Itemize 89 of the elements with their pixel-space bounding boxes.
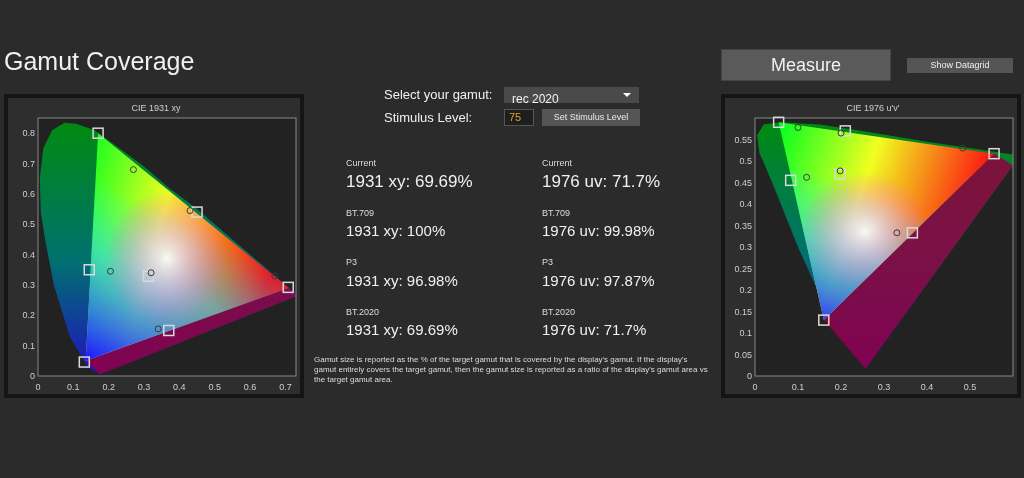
tick-label: 0.5 <box>22 219 35 230</box>
tick-label: 0 <box>30 371 35 381</box>
chart-title: CIE 1931 xy <box>131 103 181 113</box>
tick-label: 0.35 <box>734 220 752 231</box>
tick-label: 0.4 <box>920 382 934 392</box>
tick-label: 0.6 <box>22 188 35 199</box>
target-marker <box>92 127 104 139</box>
result-label: BT.709 <box>542 206 572 220</box>
tick-label: 0.1 <box>22 340 35 351</box>
tick-label: 0.5 <box>739 156 752 166</box>
gamut-dropdown[interactable]: rec 2020 <box>504 86 639 103</box>
measured-marker <box>959 144 967 152</box>
tick-label: 0.8 <box>22 128 35 139</box>
target-marker <box>142 270 155 282</box>
target-marker <box>191 206 203 218</box>
tick-label: 0.55 <box>734 134 752 145</box>
target-marker <box>163 324 175 337</box>
target-marker <box>83 264 95 276</box>
tick-label: 0.1 <box>67 382 80 392</box>
result-value: 1976 uv: 99.98% <box>542 221 656 241</box>
tick-label: 0.5 <box>963 382 977 392</box>
measured-marker <box>837 129 845 137</box>
measured-marker <box>147 269 155 277</box>
result-value: 1976 uv: 97.87% <box>542 270 656 291</box>
note-text: Gamut size is reported as the % of the target gamut that is covered by the display's gamut. If the display's gamut entirely covers the target gamut, then the gamut size is reported as a ratio of the display's gamut area vs the target gamut area. <box>314 355 709 385</box>
tick-label: 0.4 <box>22 249 35 260</box>
tick-label: 0.4 <box>173 382 186 392</box>
target-marker <box>988 147 1000 160</box>
tick-label: 0 <box>752 382 758 392</box>
target-marker <box>906 227 919 239</box>
result-label: Current <box>542 157 573 170</box>
tick-label: 0.2 <box>22 310 35 321</box>
tick-label: 0.45 <box>734 177 752 188</box>
result-value: 1976 uv: 71.7% <box>542 170 662 193</box>
tick-label: 0.7 <box>22 158 35 169</box>
result-value: 1976 uv: 71.7% <box>542 320 648 340</box>
chart-title: CIE 1976 u'v' <box>846 103 900 113</box>
target-marker <box>772 116 785 129</box>
result-label: BT.2020 <box>346 305 381 319</box>
measured-marker <box>803 173 811 181</box>
tick-label: 0 <box>35 382 41 392</box>
result-value: 1931 xy: 69.69% <box>346 320 459 340</box>
tick-label: 0.1 <box>739 328 752 338</box>
measured-marker <box>129 166 137 174</box>
result-value: 1931 xy: 69.69% <box>346 170 474 193</box>
tick-label: 0.7 <box>279 382 292 392</box>
tick-label: 0.25 <box>734 263 752 274</box>
measure-button[interactable]: Measure <box>721 49 891 81</box>
measured-marker <box>186 207 194 215</box>
dropdown-caret-icon <box>623 92 631 97</box>
result-label: P3 <box>542 256 554 269</box>
tick-label: 0.05 <box>734 349 752 360</box>
tick-label: 0.1 <box>791 382 805 392</box>
tick-label: 0.2 <box>739 285 752 295</box>
target-marker <box>78 356 91 368</box>
measured-marker <box>106 267 114 275</box>
result-label: BT.2020 <box>542 305 577 319</box>
result-value: 1931 xy: 100% <box>346 221 447 241</box>
measured-marker <box>794 123 802 131</box>
tick-label: 0.15 <box>734 306 752 317</box>
tick-label: 0.3 <box>137 382 151 392</box>
result-label: BT.709 <box>346 206 376 220</box>
target-marker <box>834 168 846 180</box>
tick-label: 0.6 <box>243 382 257 392</box>
tick-label: 0 <box>747 371 752 381</box>
show-datagrid-button[interactable]: Show Datagrid <box>907 57 1013 73</box>
page-title: Gamut Coverage <box>4 46 196 77</box>
tick-label: 0.3 <box>877 382 891 392</box>
measured-marker <box>154 325 162 333</box>
target-marker <box>818 314 830 326</box>
field-label: Select your gamut: <box>384 86 494 104</box>
field-label: Stimulus Level: <box>384 108 474 127</box>
tick-label: 0.3 <box>739 242 752 252</box>
tick-label: 0.3 <box>22 279 35 290</box>
tick-label: 0.2 <box>102 382 115 392</box>
result-label: Current <box>346 157 377 170</box>
set-stimulus-button[interactable]: Set Stimulus Level <box>542 108 640 126</box>
target-marker <box>839 125 852 137</box>
result-value: 1931 xy: 96.98% <box>346 270 459 291</box>
stimulus-input[interactable]: 75 <box>504 108 534 126</box>
target-marker <box>282 281 294 294</box>
measured-marker <box>893 229 901 237</box>
tick-label: 0.2 <box>834 382 848 392</box>
measured-marker <box>271 272 279 280</box>
measured-marker <box>836 167 844 175</box>
target-marker <box>784 174 797 187</box>
tick-label: 0.4 <box>739 199 752 209</box>
result-label: P3 <box>346 256 358 269</box>
tick-label: 0.5 <box>208 382 221 392</box>
